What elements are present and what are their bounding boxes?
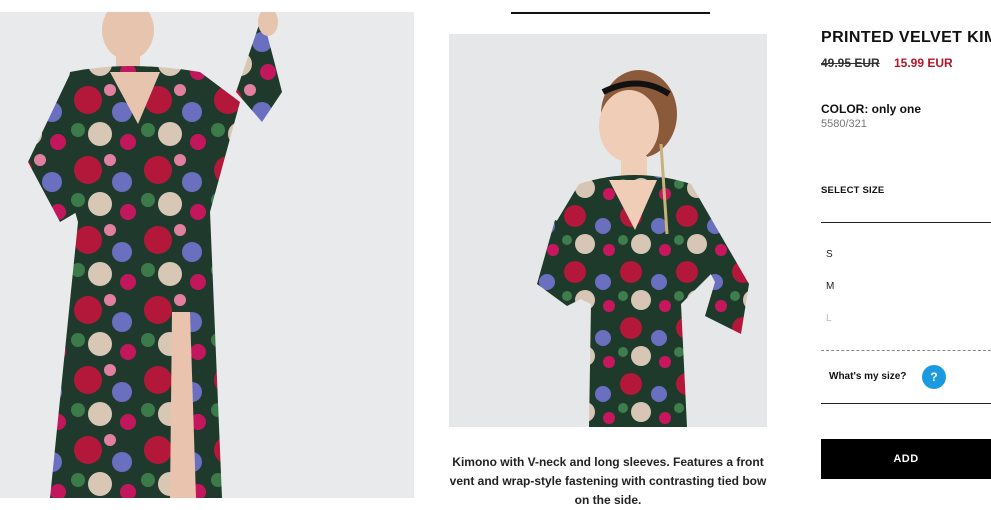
help-icon[interactable]: ? — [922, 365, 946, 389]
product-image-secondary[interactable] — [449, 34, 767, 427]
size-option-s[interactable]: S — [826, 249, 833, 260]
original-price: 49.95 EUR — [821, 56, 880, 70]
product-title: PRINTED VELVET KIM — [821, 29, 991, 46]
product-description: Kimono with V-neck and long sleeves. Fea… — [449, 455, 767, 507]
size-option-l[interactable]: L — [826, 313, 832, 324]
whats-my-size-link[interactable]: What's my size? — [829, 371, 906, 382]
model-illustration-middle — [537, 70, 749, 427]
sale-price: 15.99 EUR — [894, 56, 953, 70]
divider-bottom — [821, 403, 991, 404]
size-option-m[interactable]: M — [826, 281, 834, 292]
color-label: COLOR: only one — [821, 102, 921, 116]
image-divider — [511, 12, 710, 14]
divider-top — [821, 222, 991, 223]
product-image-full-length[interactable] — [0, 12, 414, 498]
select-size-label: SELECT SIZE — [821, 185, 885, 196]
add-to-cart-button[interactable]: ADD — [821, 439, 991, 479]
divider-dashed — [821, 350, 991, 351]
product-reference: 5580/321 — [821, 118, 867, 130]
model-illustration-left — [28, 12, 282, 498]
